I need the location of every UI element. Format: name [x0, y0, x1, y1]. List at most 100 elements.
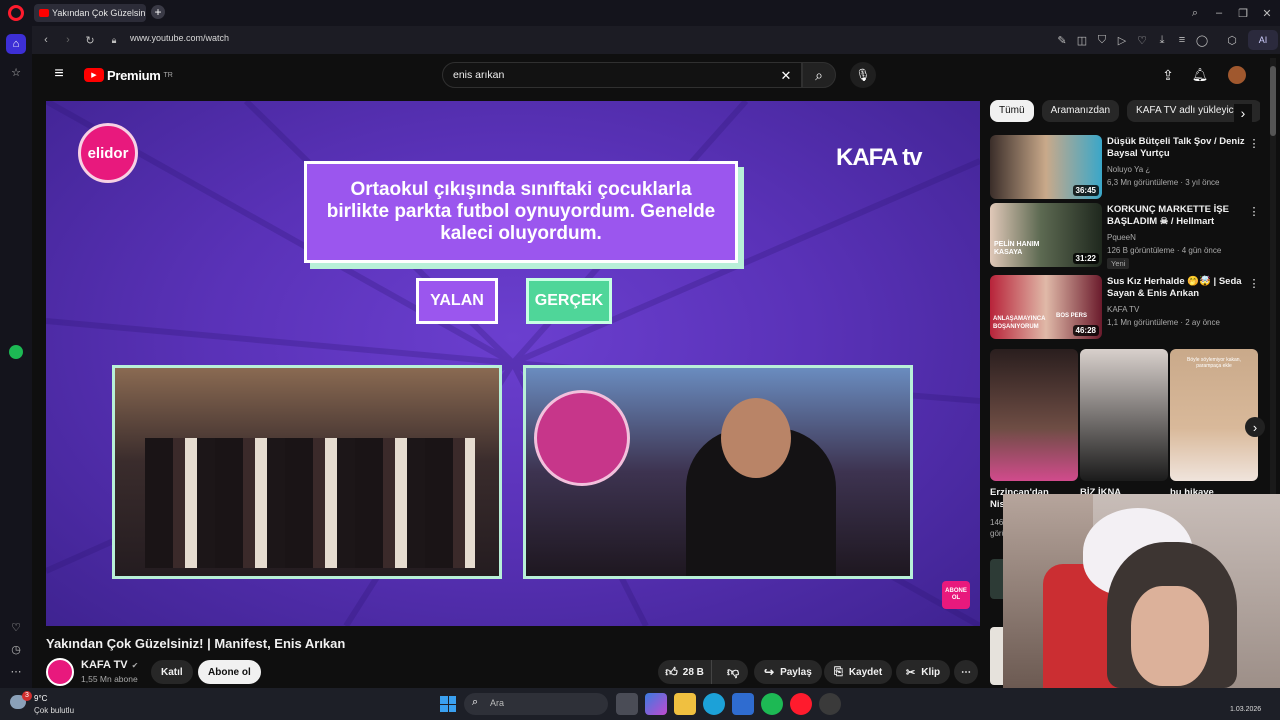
- video-title: Yakından Çok Güzelsiniz! | Manifest, Eni…: [46, 636, 346, 651]
- more-actions-button[interactable]: ⋯: [954, 660, 978, 684]
- edit-icon[interactable]: ✎: [1056, 32, 1068, 48]
- star-icon[interactable]: ☆: [6, 62, 26, 82]
- recommendation-thumbnail[interactable]: ANLAŞAMAYINCA BOŞANIYORUM BOS PERS 46:28: [990, 275, 1102, 339]
- recommendation-item[interactable]: PELİN HANIM KASAYA 31:22 KORKUNÇ MARKETT…: [990, 203, 1260, 271]
- hamburger-menu-icon[interactable]: ≡: [50, 65, 68, 83]
- play-icon[interactable]: ▷: [1116, 32, 1128, 48]
- browser-tab[interactable]: Yakından Çok Güzelsin: [34, 4, 146, 22]
- kebab-menu-icon[interactable]: ⋮: [1248, 135, 1260, 151]
- dislike-button[interactable]: 👎︎: [718, 660, 748, 684]
- camera-icon[interactable]: ◫: [1076, 32, 1088, 48]
- video-duration: 36:45: [1072, 185, 1099, 196]
- opera-taskbar-icon[interactable]: [790, 693, 812, 715]
- recommendation-channel[interactable]: Noluyo Ya ¿: [1107, 164, 1150, 175]
- obs-icon[interactable]: [819, 693, 841, 715]
- edge-icon[interactable]: [703, 693, 725, 715]
- close-window-icon[interactable]: ✕: [1258, 4, 1276, 22]
- home-icon[interactable]: ⌂: [6, 34, 26, 54]
- weather-widget[interactable]: 3 9°C Çok bulutlu: [8, 691, 98, 717]
- forward-icon[interactable]: ›: [60, 31, 76, 49]
- youtube-logo[interactable]: ▶ Premium TR: [84, 66, 184, 84]
- download-icon[interactable]: ⤓: [1156, 32, 1168, 48]
- recommendation-channel[interactable]: PqueeN: [1107, 232, 1136, 243]
- spotify-taskbar-icon[interactable]: [761, 693, 783, 715]
- search-box[interactable]: enis arıkan ✕: [442, 62, 802, 88]
- reload-icon[interactable]: ↻: [82, 31, 98, 49]
- spotify-icon[interactable]: [9, 345, 23, 359]
- chips-next-icon[interactable]: ›: [1234, 104, 1252, 122]
- account-avatar[interactable]: [1228, 66, 1246, 84]
- share-icon: ↪: [764, 665, 775, 679]
- store-icon[interactable]: [732, 693, 754, 715]
- history-icon[interactable]: ◷: [6, 640, 26, 658]
- scrollbar-thumb[interactable]: [1270, 66, 1276, 136]
- search-input[interactable]: enis arıkan: [453, 69, 504, 81]
- kebab-menu-icon[interactable]: ⋮: [1248, 275, 1260, 291]
- recommendation-title[interactable]: Sus Kız Herhalde 🤭🤯 | Seda Sayan & Enis …: [1107, 276, 1247, 300]
- subscribe-button[interactable]: Abone ol: [198, 660, 261, 684]
- partial-thumbnail[interactable]: [990, 559, 1004, 599]
- join-button[interactable]: Katıl: [151, 660, 193, 684]
- menu-icon[interactable]: ≡: [1176, 32, 1188, 48]
- clip-button[interactable]: ✂ Klip: [896, 660, 951, 684]
- save-button[interactable]: ⎘ Kaydet: [824, 660, 893, 684]
- start-button[interactable]: [440, 696, 456, 712]
- tab-search-icon[interactable]: ⌕: [1186, 4, 1204, 22]
- sponsor-logo: elidor: [78, 123, 138, 183]
- shorts-next-icon[interactable]: ›: [1245, 417, 1265, 437]
- taskbar-search[interactable]: ⌕ Ara: [464, 693, 608, 715]
- thumbnail-overlay-text: BOS PERS: [1056, 313, 1088, 319]
- taskbar-date: 1.03.2026: [1230, 706, 1262, 713]
- heart-outline-icon[interactable]: ♡: [1136, 32, 1148, 48]
- short-thumbnail[interactable]: [990, 349, 1078, 481]
- youtube-favicon-icon: [39, 9, 49, 17]
- recommendation-item[interactable]: ANLAŞAMAYINCA BOŞANIYORUM BOS PERS 46:28…: [990, 275, 1260, 339]
- channel-avatar[interactable]: [46, 658, 74, 686]
- copilot-icon[interactable]: [645, 693, 667, 715]
- search-button[interactable]: ⌕: [802, 62, 836, 88]
- profile-icon[interactable]: ◯: [1196, 32, 1208, 48]
- voice-search-icon[interactable]: 🎙︎: [850, 62, 876, 88]
- recommendation-title[interactable]: Düşük Bütçeli Talk Şov / Deniz Baysal Yu…: [1107, 136, 1247, 160]
- back-icon[interactable]: ‹: [38, 31, 54, 49]
- minimize-icon[interactable]: –: [1210, 4, 1228, 22]
- recommendation-channel[interactable]: KAFA TV: [1107, 304, 1139, 315]
- recommendation-title[interactable]: KORKUNÇ MARKETTE İŞE BAŞLADIM ☠ / Hellma…: [1107, 204, 1247, 228]
- channel-name-row[interactable]: KAFA TV ✔: [81, 659, 138, 671]
- ai-button[interactable]: AI: [1248, 30, 1278, 50]
- address-field[interactable]: www.youtube.com/watch: [130, 33, 430, 47]
- recommendation-item[interactable]: 36:45 Düşük Bütçeli Talk Şov / Deniz Bay…: [990, 135, 1260, 199]
- chip-from-search[interactable]: Aramanızdan: [1041, 100, 1120, 122]
- heart-icon[interactable]: ♡: [6, 618, 26, 636]
- video-player[interactable]: elidor KAFA tv Ortaokul çıkışında sınıft…: [46, 101, 980, 626]
- chip-all[interactable]: Tümü: [990, 100, 1034, 122]
- channel-name[interactable]: KAFA TV: [81, 659, 128, 671]
- recommendation-meta: 1,1 Mn görüntüleme · 2 ay önce: [1107, 318, 1220, 327]
- share-button[interactable]: ↪ Paylaş: [754, 660, 822, 684]
- extensions-icon[interactable]: ⬡: [1224, 31, 1240, 49]
- browser-toolbar: ‹ › ↻ 🔒︎ www.youtube.com/watch ✎ ◫ ⛉ ▷ ♡…: [32, 26, 1280, 54]
- kafa-tv-logo: KAFA tv: [836, 133, 966, 183]
- file-explorer-icon[interactable]: [674, 693, 696, 715]
- thumbnail-overlay-text: ANLAŞAMAYINCA BOŞANIYORUM: [993, 316, 1046, 330]
- opera-logo-icon[interactable]: [8, 5, 24, 21]
- question-text: Ortaokul çıkışında sınıftaki çocuklarla …: [326, 179, 716, 244]
- like-button[interactable]: 👍︎ 28 B: [658, 660, 713, 684]
- new-tab-icon[interactable]: +: [151, 5, 165, 19]
- maximize-icon[interactable]: ❐: [1234, 4, 1252, 22]
- upload-icon[interactable]: ⇪: [1158, 65, 1178, 85]
- task-view-icon[interactable]: [616, 693, 638, 715]
- question-box: Ortaokul çıkışında sınıftaki çocuklarla …: [304, 161, 738, 263]
- partial-thumbnail[interactable]: [990, 627, 1004, 685]
- weather-desc: Çok bulutlu: [34, 706, 75, 715]
- shield-icon[interactable]: ⛉: [1096, 32, 1108, 48]
- notifications-icon[interactable]: 🔔︎: [1190, 65, 1210, 85]
- short-thumbnail[interactable]: [1080, 349, 1168, 481]
- kebab-menu-icon[interactable]: ⋮: [1248, 203, 1260, 219]
- clear-search-icon[interactable]: ✕: [777, 67, 795, 85]
- short-thumbnail[interactable]: Böyle söylemiyor kakan, parampaça ekle: [1170, 349, 1258, 481]
- more-icon[interactable]: ⋯: [6, 662, 26, 680]
- recommendation-thumbnail[interactable]: 36:45: [990, 135, 1102, 199]
- recommendation-thumbnail[interactable]: PELİN HANIM KASAYA 31:22: [990, 203, 1102, 267]
- opera-sidebar: ⌂ ☆ ♡ ◷ ⋯: [0, 26, 32, 688]
